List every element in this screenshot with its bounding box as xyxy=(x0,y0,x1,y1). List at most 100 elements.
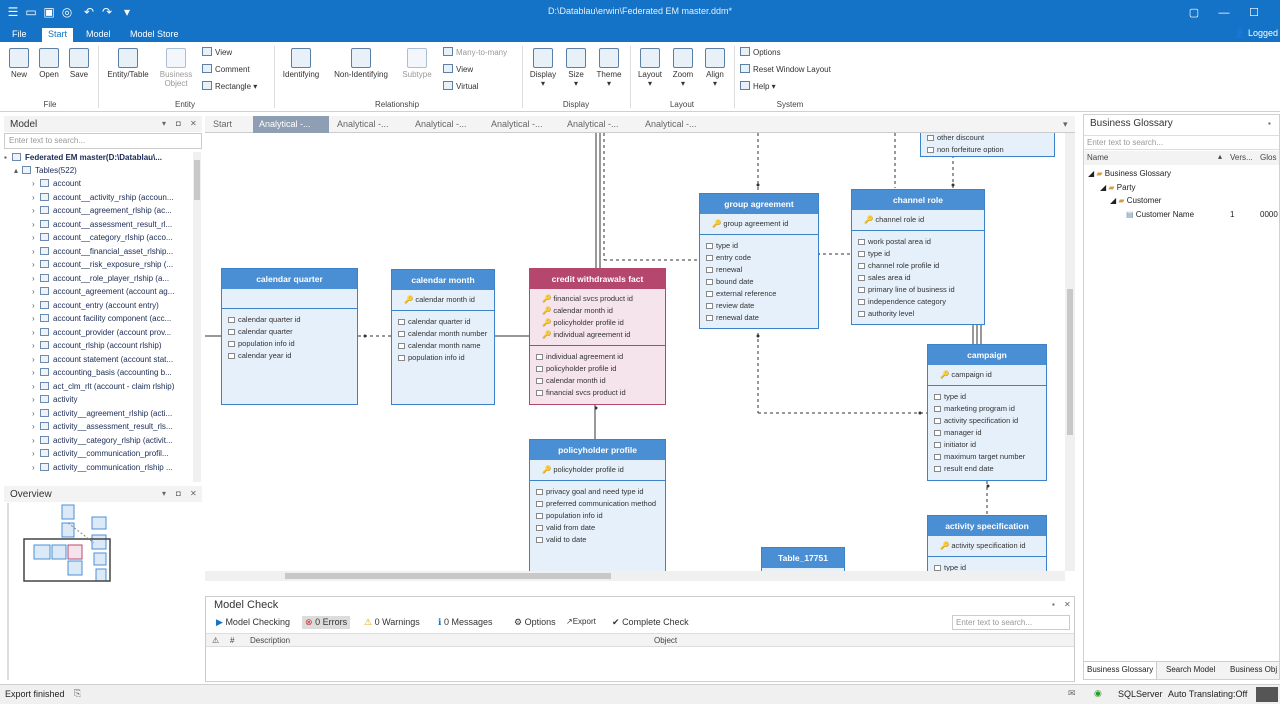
expand-icon[interactable]: › xyxy=(32,435,40,447)
options-button[interactable]: ⚙ Options xyxy=(514,617,556,628)
attribute[interactable]: external reference xyxy=(700,288,818,300)
mail-icon[interactable]: ✉ xyxy=(1068,688,1076,699)
tab-business-object[interactable]: Business Obj xyxy=(1230,662,1277,679)
entity-group-agreement[interactable]: group agreement 🔑 group agreement id type i… xyxy=(699,193,819,329)
attribute[interactable]: other discount xyxy=(921,133,1054,144)
expand-icon[interactable]: › xyxy=(32,313,40,325)
close-icon[interactable]: ✕ xyxy=(190,489,197,498)
canvas-horizontal-scrollbar[interactable] xyxy=(205,571,1065,581)
view-button[interactable]: View xyxy=(202,47,232,57)
tree-table-item[interactable]: › account__risk_exposure_rship (... xyxy=(32,259,173,272)
entity-credit-withdrawals-fact[interactable]: credit withdrawals fact 🔑 financial svcs p… xyxy=(529,268,666,405)
expand-icon[interactable]: › xyxy=(32,286,40,298)
non-identifying-button[interactable]: Non-Identifying xyxy=(328,48,394,79)
rectangle-button[interactable]: Rectangle ▾ xyxy=(202,81,257,91)
vertical-scrollbar-thumb[interactable] xyxy=(1067,289,1073,435)
attribute[interactable]: primary line of business id xyxy=(852,284,984,296)
col-number[interactable]: # xyxy=(230,636,234,645)
errors-filter-button[interactable]: ⊗ 0 Errors xyxy=(302,616,351,629)
theme-button[interactable]: Theme ▾ xyxy=(592,48,626,88)
pin-icon[interactable]: ▾ xyxy=(162,489,166,498)
close-icon[interactable]: ✕ xyxy=(1064,600,1071,609)
expand-icon[interactable]: › xyxy=(32,462,40,474)
dock-icon[interactable]: ◘ xyxy=(176,119,181,128)
menu-start[interactable]: Start xyxy=(42,28,74,42)
expand-icon[interactable]: › xyxy=(32,205,40,217)
tree-table-item[interactable]: › activity__agreement_rlship (acti... xyxy=(32,408,172,421)
tree-table-item[interactable]: › act_clm_rlt (account - claim rlship) xyxy=(32,381,174,394)
model-scrollbar[interactable] xyxy=(193,152,201,482)
attribute[interactable]: bound date xyxy=(700,276,818,288)
expand-icon[interactable]: › xyxy=(32,178,40,190)
layout-button[interactable]: Layout ▾ xyxy=(634,48,666,88)
entity-calendar-quarter[interactable]: calendar quarter calendar quarter id calen… xyxy=(221,268,358,405)
attribute[interactable]: work postal area id xyxy=(852,236,984,248)
new-button[interactable]: New xyxy=(6,48,32,79)
attribute[interactable]: channel role profile id xyxy=(852,260,984,272)
align-button[interactable]: Align ▾ xyxy=(700,48,730,88)
tab-analytical-active[interactable]: Analytical -... ✕ xyxy=(253,116,329,145)
tree-table-item[interactable]: › activity xyxy=(32,394,77,407)
tree-table-item[interactable]: › account_rlship (account rlship) xyxy=(32,340,162,353)
maximize-icon[interactable]: ☐ xyxy=(1246,5,1262,21)
tree-table-item[interactable]: › account__activity_rship (accoun... xyxy=(32,192,174,205)
primary-key-attribute[interactable]: 🔑 channel role id xyxy=(858,214,978,226)
tree-table-item[interactable]: › account__financial_asset_rlship... xyxy=(32,246,173,259)
entity-campaign[interactable]: campaign 🔑 campaign id type id marketing pro… xyxy=(927,344,1047,481)
expand-icon[interactable]: › xyxy=(32,421,40,433)
tree-table-item[interactable]: › account_agreement (account ag... xyxy=(32,286,174,299)
dock-icon[interactable]: ◘ xyxy=(176,489,181,498)
connection-icon[interactable]: ◉ xyxy=(1094,688,1102,699)
expand-icon[interactable]: › xyxy=(32,300,40,312)
tree-table-item[interactable]: › activity__assessment_result_rls... xyxy=(32,421,173,434)
attribute[interactable]: initiator id xyxy=(928,439,1046,451)
attribute[interactable]: population info id xyxy=(222,338,357,350)
glossary-item-root[interactable]: ◢ ▰ Business Glossary xyxy=(1088,169,1171,178)
attribute[interactable]: calendar month name xyxy=(392,340,494,352)
attribute[interactable]: population info id xyxy=(392,352,494,364)
col-description[interactable]: Description xyxy=(250,636,290,645)
primary-key-attribute[interactable]: 🔑 policyholder profile id xyxy=(536,317,659,329)
tree-table-item[interactable]: › activity__communication_profil... xyxy=(32,448,169,461)
tree-table-item[interactable]: › account__assessment_result_rl... xyxy=(32,219,172,232)
comment-button[interactable]: Comment xyxy=(202,64,250,74)
relationship-view-button[interactable]: View xyxy=(443,64,473,74)
canvas-vertical-scrollbar[interactable] xyxy=(1065,133,1075,571)
attribute[interactable]: individual agreement id xyxy=(530,351,665,363)
pin-icon[interactable]: ▪ xyxy=(1268,119,1271,128)
tree-table-item[interactable]: › account facility component (acc... xyxy=(32,313,171,326)
entity-calendar-month[interactable]: calendar month 🔑 calendar month id calendar… xyxy=(391,269,495,405)
tree-table-item[interactable]: › account statement (account stat... xyxy=(32,354,173,367)
model-scrollbar-thumb[interactable] xyxy=(194,160,200,200)
tree-table-item[interactable]: › account__agreement_rlship (ac... xyxy=(32,205,172,218)
attribute[interactable]: calendar quarter id xyxy=(222,314,357,326)
identifying-button[interactable]: Identifying xyxy=(278,48,324,79)
primary-key-attribute[interactable]: 🔑 financial svcs product id xyxy=(536,293,659,305)
col-object[interactable]: Object xyxy=(654,636,677,645)
tree-table-item[interactable]: › account xyxy=(32,178,81,191)
tree-table-item[interactable]: › account__category_rlship (acco... xyxy=(32,232,173,245)
attribute[interactable]: type id xyxy=(700,240,818,252)
tree-table-item[interactable]: › activity__category_rlship (activit... xyxy=(32,435,173,448)
attribute[interactable]: activity specification id xyxy=(928,415,1046,427)
tab-analytical[interactable]: Analytical -... xyxy=(561,116,625,133)
attribute[interactable]: calendar quarter id xyxy=(392,316,494,328)
glossary-item-customer[interactable]: ◢ ▰ Customer xyxy=(1110,196,1161,205)
attribute[interactable]: privacy goal and need type id xyxy=(530,486,665,498)
export-button[interactable]: ↗Export xyxy=(566,617,596,626)
tree-tables-folder[interactable]: ▴ Tables(522) xyxy=(14,165,77,178)
copy-icon[interactable]: ⎘ xyxy=(74,688,81,699)
primary-key-attribute[interactable]: 🔑 group agreement id xyxy=(706,218,812,230)
tab-analytical[interactable]: Analytical -... xyxy=(639,116,703,133)
expand-icon[interactable]: › xyxy=(32,448,40,460)
attribute[interactable]: marketing program id xyxy=(928,403,1046,415)
model-search-input[interactable]: Enter text to search... xyxy=(4,133,202,149)
attribute[interactable]: calendar year id xyxy=(222,350,357,362)
size-button[interactable]: Size ▾ xyxy=(562,48,590,88)
reset-window-layout-button[interactable]: Reset Window Layout xyxy=(740,64,831,74)
expand-icon[interactable]: › xyxy=(32,219,40,231)
glossary-item-customer-name[interactable]: ▤ Customer Name xyxy=(1126,210,1194,219)
overview-thumbnail[interactable] xyxy=(4,503,202,680)
menu-file[interactable]: File xyxy=(6,28,33,42)
database-type[interactable]: SQLServer xyxy=(1118,689,1163,699)
